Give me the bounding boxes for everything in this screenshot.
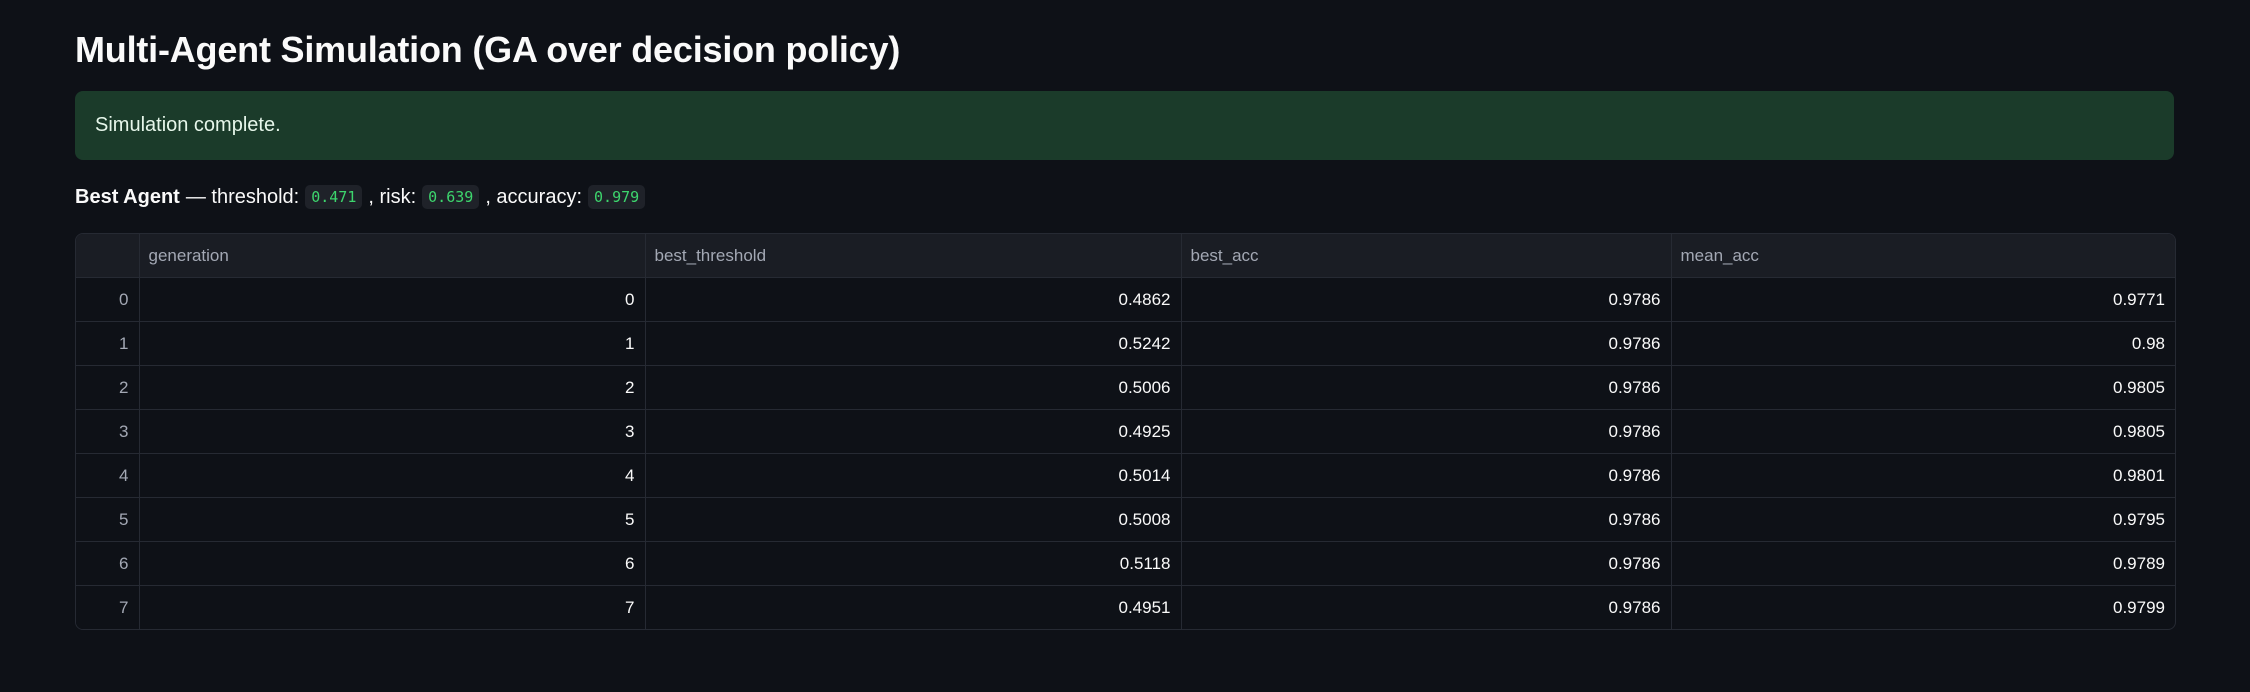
row-index-cell[interactable]: 5 (76, 497, 140, 542)
dataframe[interactable]: generation best_threshold best_acc mean_… (75, 233, 2176, 630)
accuracy-value: 0.979 (588, 185, 646, 209)
table-row: 7 7 0.4951 0.9786 0.9799 (76, 585, 2175, 630)
table-row: 3 3 0.4925 0.9786 0.9805 (76, 409, 2175, 454)
mean-acc-cell[interactable]: 0.9801 (1671, 453, 2175, 498)
table-row: 2 2 0.5006 0.9786 0.9805 (76, 365, 2175, 410)
row-index-cell[interactable]: 7 (76, 585, 140, 629)
best-threshold-cell[interactable]: 0.4951 (645, 585, 1182, 629)
best-acc-cell[interactable]: 0.9786 (1181, 277, 1672, 322)
best-acc-cell[interactable]: 0.9786 (1181, 585, 1672, 629)
best-threshold-cell[interactable]: 0.4925 (645, 409, 1182, 454)
generation-cell[interactable]: 1 (139, 321, 646, 366)
table-row: 6 6 0.5118 0.9786 0.9789 (76, 541, 2175, 586)
generation-cell[interactable]: 2 (139, 365, 646, 410)
table-row: 5 5 0.5008 0.9786 0.9795 (76, 497, 2175, 542)
generation-cell[interactable]: 5 (139, 497, 646, 542)
generation-cell[interactable]: 6 (139, 541, 646, 586)
row-index-cell[interactable]: 2 (76, 365, 140, 410)
risk-label: , risk: (368, 186, 417, 208)
row-index-cell[interactable]: 0 (76, 277, 140, 322)
mean-acc-cell[interactable]: 0.9795 (1671, 497, 2175, 542)
mean-acc-cell[interactable]: 0.9805 (1671, 409, 2175, 454)
table-body: 0 0 0.4862 0.9786 0.9771 1 1 0.5242 0.9786 0.98 2 2… (76, 277, 2175, 630)
column-header-generation[interactable]: generation (139, 234, 646, 278)
generation-cell[interactable]: 7 (139, 585, 646, 629)
success-alert-message: Simulation complete. (95, 114, 281, 136)
best-threshold-cell[interactable]: 0.5008 (645, 497, 1182, 542)
best-threshold-cell[interactable]: 0.5014 (645, 453, 1182, 498)
best-agent-summary: Best Agent — threshold: 0.471 , risk: 0.… (75, 182, 646, 212)
page-title: Multi-Agent Simulation (GA over decision… (75, 29, 901, 70)
risk-value: 0.639 (422, 185, 480, 209)
row-index-cell[interactable]: 3 (76, 409, 140, 454)
best-acc-cell[interactable]: 0.9786 (1181, 541, 1672, 586)
accuracy-label: , accuracy: (485, 186, 583, 208)
best-threshold-cell[interactable]: 0.5118 (645, 541, 1182, 586)
best-acc-cell[interactable]: 0.9786 (1181, 453, 1672, 498)
table-row: 1 1 0.5242 0.9786 0.98 (76, 321, 2175, 366)
row-index-cell[interactable]: 4 (76, 453, 140, 498)
best-acc-cell[interactable]: 0.9786 (1181, 409, 1672, 454)
best-agent-label: Best Agent (75, 186, 180, 208)
table-row: 4 4 0.5014 0.9786 0.9801 (76, 453, 2175, 498)
mean-acc-cell[interactable]: 0.98 (1671, 321, 2175, 366)
success-alert: Simulation complete. (75, 91, 2174, 160)
mean-acc-cell[interactable]: 0.9789 (1671, 541, 2175, 586)
mean-acc-cell[interactable]: 0.9771 (1671, 277, 2175, 322)
threshold-value: 0.471 (305, 185, 363, 209)
column-header-index[interactable] (76, 234, 140, 278)
column-header-mean-acc[interactable]: mean_acc (1671, 234, 2175, 278)
row-index-cell[interactable]: 6 (76, 541, 140, 586)
mean-acc-cell[interactable]: 0.9799 (1671, 586, 2175, 630)
mean-acc-cell[interactable]: 0.9805 (1671, 365, 2175, 410)
best-threshold-cell[interactable]: 0.4862 (645, 277, 1182, 322)
results-table: generation best_threshold best_acc mean_… (76, 234, 2175, 629)
generation-cell[interactable]: 3 (139, 409, 646, 454)
best-acc-cell[interactable]: 0.9786 (1181, 321, 1672, 366)
threshold-label: — threshold: (185, 186, 300, 208)
table-row: 0 0 0.4862 0.9786 0.9771 (76, 277, 2175, 322)
row-index-cell[interactable]: 1 (76, 321, 140, 366)
generation-cell[interactable]: 0 (139, 277, 646, 322)
column-header-best-acc[interactable]: best_acc (1181, 234, 1672, 278)
generation-cell[interactable]: 4 (139, 453, 646, 498)
best-threshold-cell[interactable]: 0.5006 (645, 365, 1182, 410)
best-acc-cell[interactable]: 0.9786 (1181, 365, 1672, 410)
column-header-best-threshold[interactable]: best_threshold (645, 234, 1182, 278)
table-header-row: generation best_threshold best_acc mean_… (76, 234, 2175, 278)
best-threshold-cell[interactable]: 0.5242 (645, 321, 1182, 366)
best-acc-cell[interactable]: 0.9786 (1181, 497, 1672, 542)
